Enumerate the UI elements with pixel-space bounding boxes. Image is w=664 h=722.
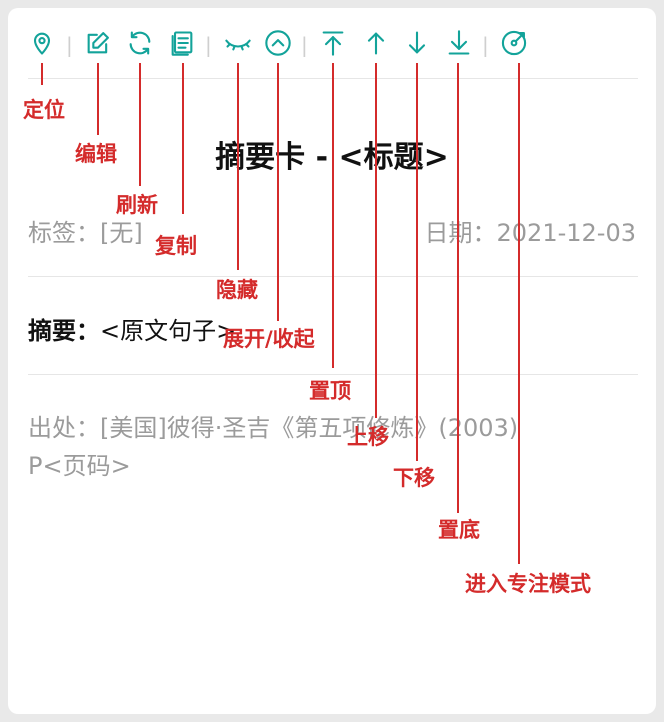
annotation-label: 下移 <box>393 466 435 490</box>
toolbar-separator: | <box>66 33 73 57</box>
down-icon[interactable] <box>400 26 434 60</box>
annotation-line <box>139 63 141 186</box>
annotation-label: 复制 <box>155 234 197 258</box>
annotation-line <box>182 63 184 214</box>
annotation-label: 上移 <box>347 425 389 449</box>
copy-icon[interactable] <box>165 26 199 60</box>
toolbar-separator: | <box>482 33 489 57</box>
top-icon[interactable] <box>316 26 350 60</box>
hide-icon[interactable] <box>221 26 255 60</box>
focus-mode-icon[interactable] <box>497 26 531 60</box>
annotation-line <box>237 63 239 270</box>
locate-icon[interactable] <box>25 26 59 60</box>
annotation-line <box>518 63 520 564</box>
summary-field: 摘要：<原文句子> <box>28 311 236 346</box>
annotation-label: 进入专注模式 <box>465 572 591 596</box>
annotation-label: 刷新 <box>116 193 158 217</box>
up-icon[interactable] <box>359 26 393 60</box>
annotation-line <box>41 63 43 85</box>
card-toolbar: | | | | <box>0 0 664 70</box>
annotation-line <box>332 63 334 368</box>
annotation-label: 置顶 <box>309 379 351 403</box>
toolbar-separator: | <box>205 33 212 57</box>
annotation-line <box>416 63 418 461</box>
toolbar-separator: | <box>301 33 308 57</box>
refresh-icon[interactable] <box>123 26 157 60</box>
annotation-label: 编辑 <box>75 142 117 166</box>
source-field: 出处：[美国]彼得·圣吉《第五项修炼》(2003) P<页码> <box>28 409 518 485</box>
source-line: 出处：[美国]彼得·圣吉《第五项修炼》(2003) <box>28 414 519 442</box>
annotation-line <box>375 63 377 418</box>
page-number: P<页码> <box>28 452 131 480</box>
edit-icon[interactable] <box>81 26 115 60</box>
annotation-label: 置底 <box>438 518 480 542</box>
summary-label: 摘要： <box>28 317 100 345</box>
annotation-label: 隐藏 <box>216 278 258 302</box>
annotation-label: 定位 <box>23 98 65 122</box>
collapse-icon[interactable] <box>261 26 295 60</box>
annotation-line <box>457 63 459 513</box>
summary-text: <原文句子> <box>100 317 237 345</box>
annotation-line <box>277 63 279 321</box>
annotation-label: 展开/收起 <box>223 327 315 351</box>
bottom-icon[interactable] <box>442 26 476 60</box>
annotation-line <box>97 63 99 135</box>
